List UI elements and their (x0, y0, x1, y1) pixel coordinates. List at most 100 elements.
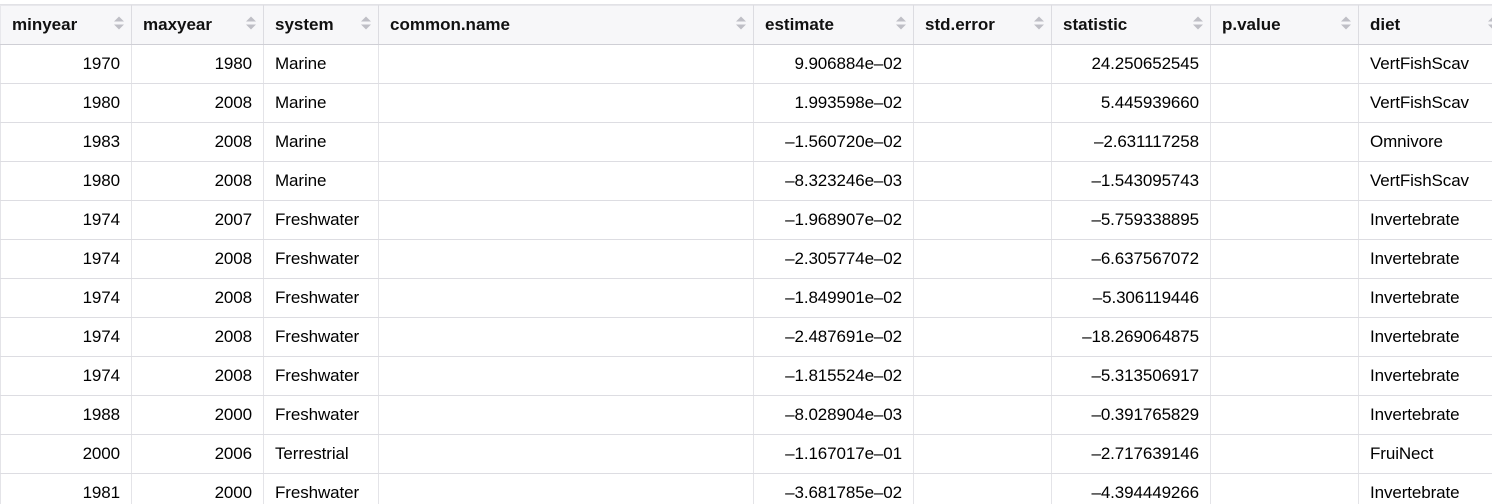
cell-system: Freshwater (263, 200, 379, 240)
table-row[interactable]: 1974 2008 Freshwater ‒2.487691e‒02 ‒18.26906… (0, 317, 1492, 357)
cell-statistic: 24.250652545 (1051, 44, 1211, 84)
cell-diet: Invertebrate (1358, 278, 1492, 318)
cell-std-error (913, 161, 1052, 201)
cell-estimate: ‒8.028904e‒03 (753, 395, 914, 435)
cell-statistic: ‒0.391765829 (1051, 395, 1211, 435)
cell-diet: Invertebrate (1358, 395, 1492, 435)
sort-both-icon[interactable] (1192, 16, 1203, 34)
table-row[interactable]: 1974 2008 Freshwater ‒2.305774e‒02 ‒6.637567… (0, 239, 1492, 279)
cell-p-value (1210, 434, 1359, 474)
cell-diet: Invertebrate (1358, 200, 1492, 240)
sort-both-icon[interactable] (360, 16, 371, 34)
cell-common-name (378, 161, 754, 201)
cell-diet: VertFishScav (1358, 161, 1492, 201)
sort-both-icon[interactable] (1487, 16, 1492, 34)
cell-statistic: ‒5.759338895 (1051, 200, 1211, 240)
cell-p-value (1210, 200, 1359, 240)
cell-minyear: 1983 (0, 122, 132, 162)
column-header-p-value[interactable]: p.value (1210, 5, 1359, 45)
cell-common-name (378, 44, 754, 84)
cell-statistic: ‒4.394449266 (1051, 473, 1211, 504)
cell-p-value (1210, 83, 1359, 123)
cell-maxyear: 2008 (131, 356, 264, 396)
cell-diet: Invertebrate (1358, 317, 1492, 357)
table-row[interactable]: 1983 2008 Marine ‒1.560720e‒02 ‒2.631117258 O… (0, 122, 1492, 162)
cell-common-name (378, 356, 754, 396)
column-header-estimate[interactable]: estimate (753, 5, 914, 45)
cell-minyear: 1974 (0, 239, 132, 279)
cell-common-name (378, 395, 754, 435)
table-row[interactable]: 1974 2008 Freshwater ‒1.849901e‒02 ‒5.306119… (0, 278, 1492, 318)
cell-system: Freshwater (263, 278, 379, 318)
cell-minyear: 1974 (0, 278, 132, 318)
cell-maxyear: 2007 (131, 200, 264, 240)
cell-std-error (913, 83, 1052, 123)
table-row[interactable]: 2000 2006 Terrestrial ‒1.167017e‒01 ‒2.71763… (0, 434, 1492, 474)
sort-both-icon[interactable] (1033, 16, 1044, 34)
column-header-label: std.error (925, 14, 995, 34)
cell-minyear: 1974 (0, 317, 132, 357)
cell-system: Marine (263, 83, 379, 123)
column-header-system[interactable]: system (263, 5, 379, 45)
column-header-common-name[interactable]: common.name (378, 5, 754, 45)
cell-estimate: 1.993598e‒02 (753, 83, 914, 123)
cell-statistic: ‒1.543095743 (1051, 161, 1211, 201)
table-row[interactable]: 1980 2008 Marine ‒8.323246e‒03 ‒1.543095743 V… (0, 161, 1492, 201)
column-header-minyear[interactable]: minyear (0, 5, 132, 45)
cell-system: Freshwater (263, 395, 379, 435)
cell-maxyear: 2008 (131, 83, 264, 123)
cell-std-error (913, 239, 1052, 279)
header-row: minyear maxyear system common.name estimate s… (0, 5, 1492, 45)
sort-both-icon[interactable] (735, 16, 746, 34)
column-header-statistic[interactable]: statistic (1051, 5, 1211, 45)
cell-common-name (378, 473, 754, 504)
cell-minyear: 1980 (0, 161, 132, 201)
cell-statistic: ‒5.313506917 (1051, 356, 1211, 396)
column-header-std-error[interactable]: std.error (913, 5, 1052, 45)
column-header-diet[interactable]: diet (1358, 5, 1492, 45)
sort-both-icon[interactable] (245, 16, 256, 34)
cell-diet: Invertebrate (1358, 356, 1492, 396)
cell-std-error (913, 44, 1052, 84)
sort-both-icon[interactable] (895, 16, 906, 34)
cell-minyear: 2000 (0, 434, 132, 474)
sort-both-icon[interactable] (113, 16, 124, 34)
column-header-label: estimate (765, 14, 834, 34)
cell-minyear: 1974 (0, 356, 132, 396)
cell-p-value (1210, 317, 1359, 357)
cell-diet: Invertebrate (1358, 473, 1492, 504)
cell-system: Freshwater (263, 356, 379, 396)
table-row[interactable]: 1980 2008 Marine 1.993598e‒02 5.445939660 Ver… (0, 83, 1492, 123)
cell-maxyear: 2000 (131, 473, 264, 504)
column-header-label: common.name (390, 14, 510, 34)
cell-estimate: 9.906884e‒02 (753, 44, 914, 84)
table-row[interactable]: 1974 2007 Freshwater ‒1.968907e‒02 ‒5.759338… (0, 200, 1492, 240)
cell-p-value (1210, 161, 1359, 201)
cell-p-value (1210, 278, 1359, 318)
cell-minyear: 1970 (0, 44, 132, 84)
sort-both-icon[interactable] (1340, 16, 1351, 34)
cell-std-error (913, 473, 1052, 504)
cell-diet: FruiNect (1358, 434, 1492, 474)
table-row[interactable]: 1988 2000 Freshwater ‒8.028904e‒03 ‒0.391765… (0, 395, 1492, 435)
cell-maxyear: 2008 (131, 317, 264, 357)
cell-estimate: ‒2.487691e‒02 (753, 317, 914, 357)
table-row[interactable]: 1981 2000 Freshwater ‒3.681785e‒02 ‒4.394449… (0, 473, 1492, 504)
cell-estimate: ‒1.968907e‒02 (753, 200, 914, 240)
table-scroll-region[interactable]: minyear maxyear system common.name estimate s… (0, 5, 1492, 504)
cell-minyear: 1988 (0, 395, 132, 435)
column-header-label: p.value (1222, 14, 1281, 34)
cell-maxyear: 2008 (131, 161, 264, 201)
table-row[interactable]: 1970 1980 Marine 9.906884e‒02 24.250652545 Ve… (0, 44, 1492, 84)
cell-p-value (1210, 356, 1359, 396)
column-header-label: diet (1370, 14, 1401, 34)
cell-diet: VertFishScav (1358, 83, 1492, 123)
cell-maxyear: 2008 (131, 278, 264, 318)
cell-estimate: ‒1.167017e‒01 (753, 434, 914, 474)
cell-statistic: 5.445939660 (1051, 83, 1211, 123)
column-header-maxyear[interactable]: maxyear (131, 5, 264, 45)
cell-estimate: ‒8.323246e‒03 (753, 161, 914, 201)
column-header-label: statistic (1063, 14, 1128, 34)
cell-maxyear: 1980 (131, 44, 264, 84)
table-row[interactable]: 1974 2008 Freshwater ‒1.815524e‒02 ‒5.313506… (0, 356, 1492, 396)
